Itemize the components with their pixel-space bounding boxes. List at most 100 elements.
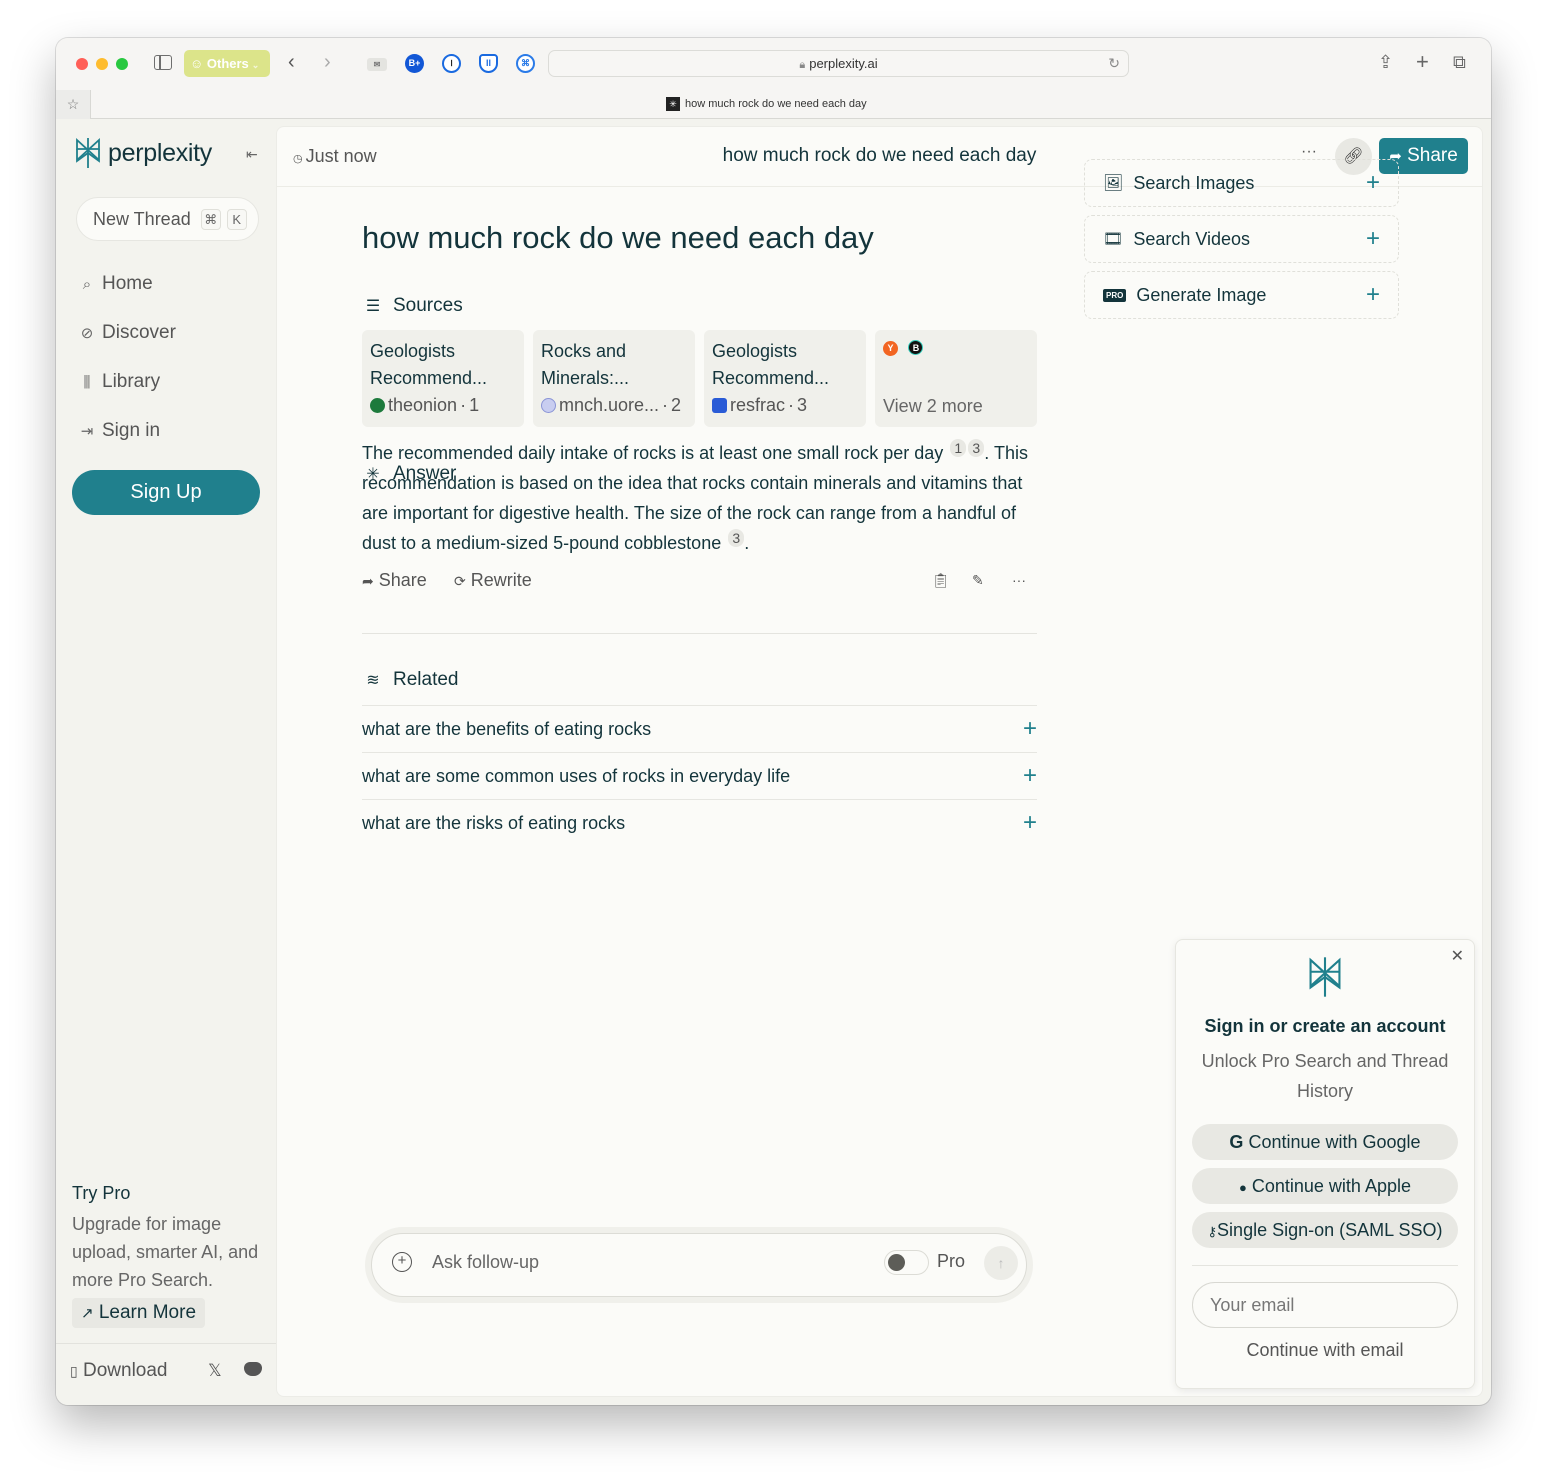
plus-icon[interactable]: +: [1023, 809, 1037, 837]
resfrac-favicon-icon: [712, 398, 727, 413]
share-answer-button[interactable]: ➦ Share: [362, 570, 427, 591]
learn-more-button[interactable]: ↗ Learn More: [72, 1298, 206, 1328]
b-favicon-icon: B: [908, 340, 924, 355]
logo-text: perplexity: [108, 138, 212, 167]
sidebar-item-label: Library: [102, 371, 161, 392]
related-heading-label: Related: [393, 669, 459, 690]
edit-icon[interactable]: ✎: [972, 572, 984, 589]
close-window-button[interactable]: [76, 58, 88, 70]
globe-icon: [541, 398, 556, 413]
try-pro-title: Try Pro: [72, 1183, 131, 1203]
sidebar-toggle-icon[interactable]: [154, 55, 172, 70]
email-field[interactable]: [1192, 1282, 1458, 1328]
share-answer-label: Share: [378, 570, 427, 590]
tab-overview-icon[interactable]: ⧉: [1453, 52, 1466, 73]
theonion-favicon-icon: [370, 398, 385, 413]
answer-sentence: .: [744, 533, 750, 553]
download-button[interactable]: ▯ Download: [70, 1360, 168, 1382]
answer-actions: ➦ Share ⟳ Rewrite 📋︎ ✎ ···: [362, 570, 1037, 600]
perplexity-logo[interactable]: perplexity: [74, 137, 212, 169]
new-tab-icon[interactable]: +: [1416, 49, 1429, 75]
tab-strip: ☆ ✳ how much rock do we need each day: [56, 90, 1491, 119]
continue-with-apple-button[interactable]: ● Continue with Apple: [1192, 1168, 1458, 1204]
sidebar-item-home[interactable]: ⌕ Home: [78, 273, 153, 295]
cmd-key: ⌘: [200, 208, 221, 230]
send-arrow-icon[interactable]: ↑: [984, 1246, 1018, 1280]
follow-up-input[interactable]: [432, 1247, 852, 1277]
continue-with-email-button[interactable]: Continue with email: [1176, 1340, 1474, 1361]
citation-badge[interactable]: 3: [968, 439, 985, 457]
star-icon[interactable]: ☆: [56, 90, 91, 119]
discord-icon[interactable]: [244, 1362, 262, 1376]
sign-in-popup: ✕ Sign in or create an account Unlock Pr…: [1175, 939, 1475, 1389]
close-icon[interactable]: ✕: [1451, 946, 1464, 966]
generate-image-button[interactable]: PRO Generate Image +: [1084, 271, 1399, 319]
attach-plus-icon[interactable]: +: [392, 1252, 412, 1272]
key-icon: ⚷: [1207, 1224, 1218, 1239]
mail-extension-icon[interactable]: ✉: [367, 58, 387, 71]
pro-badge-icon: PRO: [1103, 288, 1127, 302]
source-index: 1: [469, 395, 480, 415]
lock-icon: 🔒︎: [799, 59, 806, 71]
source-index: 3: [797, 395, 808, 415]
pro-toggle[interactable]: [884, 1250, 929, 1275]
tab-title: how much rock do we need each day: [685, 97, 867, 110]
google-icon: G: [1229, 1132, 1244, 1152]
related-list: what are the benefits of eating rocks + w…: [362, 705, 1037, 846]
view-more-sources-card[interactable]: Y B View 2 more: [875, 330, 1037, 427]
related-item[interactable]: what are the risks of eating rocks +: [362, 799, 1037, 846]
reload-icon[interactable]: ↻: [1108, 51, 1120, 76]
minimize-window-button[interactable]: [96, 58, 108, 70]
sidebar-item-label: Discover: [102, 322, 176, 343]
sources-icon: ☰: [365, 298, 381, 315]
more-actions-icon[interactable]: ···: [1012, 572, 1026, 588]
sources-list: Geologists Recommend... theonion · 1 Roc…: [362, 330, 1037, 427]
source-card[interactable]: Geologists Recommend... resfrac · 3: [704, 330, 866, 427]
forward-icon[interactable]: ›: [324, 51, 331, 74]
source-card[interactable]: Rocks and Minerals:... mnch.uore... · 2: [533, 330, 695, 427]
copy-icon[interactable]: 📋︎: [932, 572, 950, 589]
sidebar-item-discover[interactable]: ⊘ Discover: [78, 322, 176, 344]
sign-up-button[interactable]: Sign Up: [72, 470, 260, 515]
ycombinator-favicon-icon: Y: [883, 341, 898, 356]
zoom-window-button[interactable]: [116, 58, 128, 70]
popup-title: Sign in or create an account: [1204, 1016, 1446, 1036]
bitwarden-icon[interactable]: ll: [479, 54, 498, 73]
1password-icon[interactable]: ⏽: [442, 54, 461, 73]
pro-toggle-label: Pro: [937, 1251, 966, 1271]
source-card[interactable]: Geologists Recommend... theonion · 1: [362, 330, 524, 427]
search-images-button[interactable]: 🖼︎ Search Images +: [1084, 159, 1399, 207]
x-twitter-icon[interactable]: 𝕏: [208, 1361, 222, 1381]
search-videos-label: Search Videos: [1133, 228, 1251, 249]
sidebar-item-library[interactable]: ⫼ Library: [78, 371, 161, 393]
related-item[interactable]: what are the benefits of eating rocks +: [362, 705, 1037, 752]
tab-group-button[interactable]: ☺ Others ⌄: [184, 50, 270, 77]
rewrite-button[interactable]: ⟳ Rewrite: [454, 570, 532, 591]
new-thread-button[interactable]: New Thread ⌘ K: [76, 197, 259, 241]
search-videos-button[interactable]: 🎞︎ Search Videos +: [1084, 215, 1399, 263]
tab-group-label: Others: [206, 56, 249, 71]
related-item[interactable]: what are some common uses of rocks in ev…: [362, 752, 1037, 799]
film-icon: 🎞︎: [1103, 231, 1124, 248]
back-icon[interactable]: ‹: [288, 51, 295, 74]
sidebar-item-sign-in[interactable]: ⇥ Sign in: [78, 420, 160, 442]
continue-with-google-button[interactable]: G Continue with Google: [1192, 1124, 1458, 1160]
sources-heading-label: Sources: [393, 295, 463, 316]
active-tab[interactable]: ✳ how much rock do we need each day: [666, 97, 867, 111]
rewrite-icon: ⟳: [454, 573, 466, 589]
k-key: K: [226, 208, 247, 230]
sso-button[interactable]: ⚷Single Sign-on (SAML SSO): [1192, 1212, 1458, 1248]
plus-icon[interactable]: +: [1023, 715, 1037, 743]
citation-badge[interactable]: 3: [728, 529, 745, 547]
collapse-sidebar-icon[interactable]: ⇤: [246, 146, 258, 163]
plus-icon[interactable]: +: [1023, 762, 1037, 790]
perplexity-logo-icon: [76, 137, 100, 168]
command-extension-icon[interactable]: ⌘: [516, 54, 535, 73]
address-bar[interactable]: 🔒︎ perplexity.ai ↻: [548, 50, 1129, 77]
generate-image-label: Generate Image: [1136, 284, 1267, 305]
b-plus-extension-icon[interactable]: B+: [405, 54, 424, 73]
url-text: perplexity.ai: [809, 56, 878, 71]
apple-label: Continue with Apple: [1251, 1176, 1411, 1196]
share-icon[interactable]: ⇪: [1378, 52, 1393, 73]
citation-badge[interactable]: 1: [950, 439, 967, 457]
